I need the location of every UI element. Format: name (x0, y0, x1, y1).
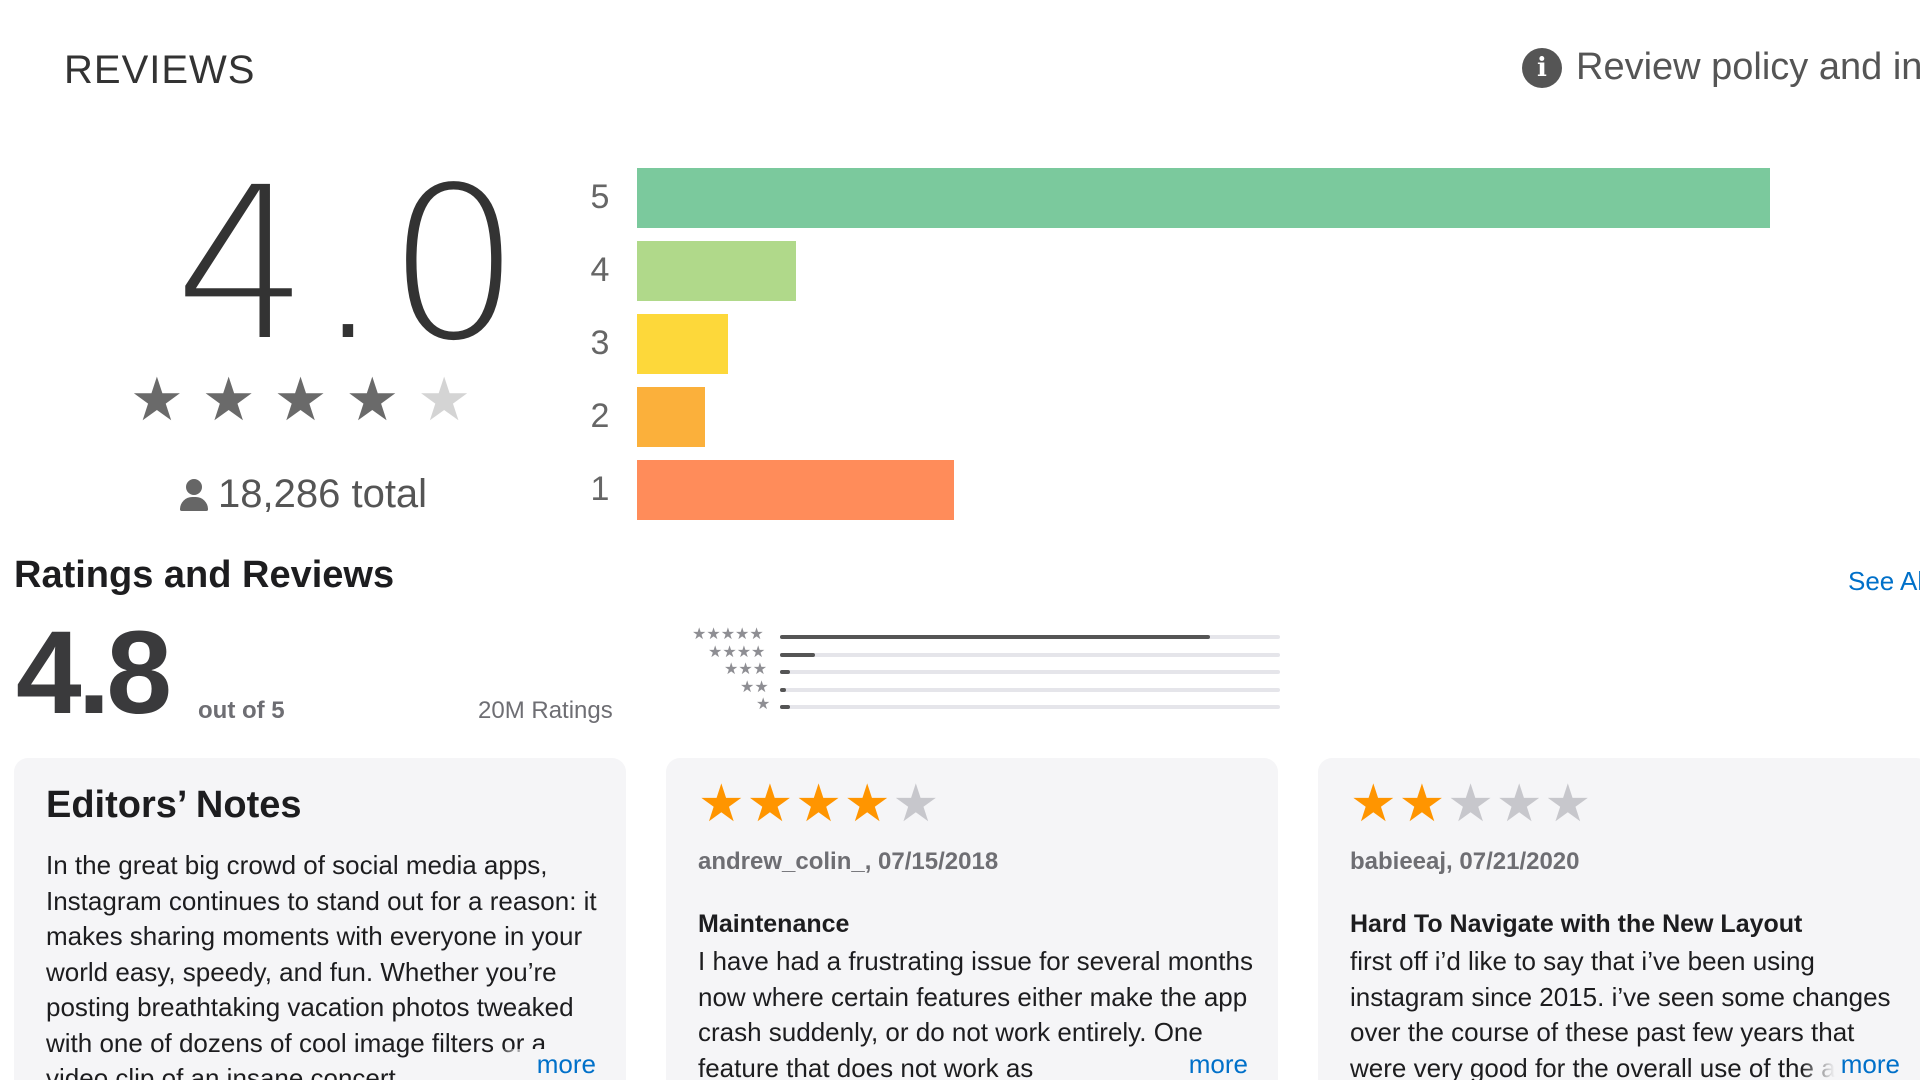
review-author-date: andrew_colin_, 07/15/2018 (698, 848, 999, 875)
review-card[interactable]: ★ ★ ★ ★ ★ andrew_colin_, 07/15/2018 Maintena… (666, 758, 1278, 1080)
editors-notes-card: Editors’ Notes In the great big crowd of… (14, 758, 626, 1080)
as-histogram-stars: ★★★ (724, 661, 768, 678)
gp-histogram-bar (637, 387, 705, 447)
star-filled-icon: ★ (1398, 775, 1446, 833)
gp-histogram-bar (637, 460, 954, 520)
gp-histogram-row: 1 (580, 460, 1780, 520)
person-icon (178, 477, 210, 513)
star-filled-icon: ★ (273, 366, 328, 433)
review-policy-label: Review policy and info (1576, 46, 1920, 88)
as-histogram-row: ★ (662, 696, 1282, 714)
gp-histogram-label: 4 (590, 251, 610, 289)
star-empty-icon: ★ (1544, 775, 1592, 833)
gp-histogram-label: 1 (590, 470, 610, 508)
see-all-link[interactable]: See All (1848, 566, 1920, 597)
star-empty-icon: ★ (1495, 775, 1543, 833)
star-filled-icon: ★ (130, 366, 184, 433)
star-filled-icon: ★ (843, 775, 891, 833)
as-histogram-stars: ★★ (740, 679, 769, 696)
review-title: Hard To Navigate with the New Layout (1350, 910, 1803, 938)
ratings-and-reviews-title: Ratings and Reviews (14, 554, 395, 596)
gp-star-rating: ★ ★ ★ ★ ★ (130, 370, 471, 430)
gp-histogram-bar (637, 314, 728, 374)
info-icon: i (1522, 47, 1562, 88)
gp-total-ratings: 18,286 total (178, 472, 427, 517)
gp-histogram-row: 3 (580, 314, 1780, 374)
star-filled-icon: ★ (1350, 775, 1397, 833)
as-histogram-track (780, 653, 1280, 657)
as-histogram-track (780, 635, 1280, 639)
as-histogram-row: ★★★★ (662, 644, 1282, 662)
as-histogram-fill (780, 635, 1210, 639)
editors-notes-title: Editors’ Notes (46, 784, 302, 826)
gp-histogram-label: 3 (590, 324, 610, 362)
as-histogram-track (780, 670, 1280, 674)
star-empty-icon: ★ (892, 775, 940, 833)
as-histogram-stars: ★ (756, 696, 771, 713)
gp-histogram-row: 5 (580, 168, 1780, 228)
as-histogram-row: ★★★ (662, 661, 1282, 679)
gp-total-label: 18,286 total (218, 472, 428, 516)
gp-histogram-bar (637, 241, 796, 301)
review-more-link[interactable]: more (1800, 1049, 1900, 1080)
as-ratings-count: 20M Ratings (478, 697, 613, 724)
star-filled-icon: ★ (698, 775, 745, 833)
review-star-rating: ★ ★ ★ ★ ★ (698, 778, 939, 830)
as-out-of-label: out of 5 (198, 697, 285, 724)
editors-notes-more-link[interactable]: more (496, 1049, 596, 1080)
star-filled-icon: ★ (795, 775, 842, 833)
review-title: Maintenance (698, 910, 850, 938)
review-more-link[interactable]: more (1148, 1049, 1248, 1080)
gp-histogram-label: 2 (590, 397, 610, 435)
gp-histogram-label: 5 (590, 178, 610, 216)
star-empty-icon: ★ (417, 366, 471, 433)
review-policy-link[interactable]: i Review policy and info (1522, 46, 1920, 89)
as-histogram-fill (780, 688, 786, 692)
as-histogram-track (780, 705, 1280, 709)
gp-histogram-bar (637, 168, 1770, 228)
gp-histogram-row: 4 (580, 241, 1780, 301)
as-average-score: 4.8 (16, 607, 172, 739)
star-filled-icon: ★ (201, 366, 256, 433)
review-card[interactable]: ★ ★ ★ ★ ★ babieeaj, 07/21/2020 Hard To Navig… (1318, 758, 1920, 1080)
star-filled-icon: ★ (345, 366, 400, 433)
as-histogram-stars: ★★★★★ (692, 626, 764, 643)
as-histogram-track (780, 688, 1280, 692)
as-histogram-stars: ★★★★ (708, 644, 766, 661)
editors-notes-body: In the great big crowd of social media a… (46, 850, 597, 1080)
star-filled-icon: ★ (746, 775, 794, 833)
gp-histogram-row: 2 (580, 387, 1780, 447)
as-histogram-row: ★★ (662, 679, 1282, 697)
review-author-date: babieeaj, 07/21/2020 (1350, 848, 1580, 875)
gp-reviews-title: REVIEWS (64, 48, 256, 92)
review-star-rating: ★ ★ ★ ★ ★ (1350, 778, 1591, 830)
as-histogram-fill (780, 670, 790, 674)
star-empty-icon: ★ (1447, 775, 1494, 833)
as-histogram-fill (780, 705, 790, 709)
as-histogram-row: ★★★★★ (662, 626, 1282, 644)
gp-average-score: 4.0 (175, 142, 527, 387)
as-histogram-fill (780, 653, 815, 657)
